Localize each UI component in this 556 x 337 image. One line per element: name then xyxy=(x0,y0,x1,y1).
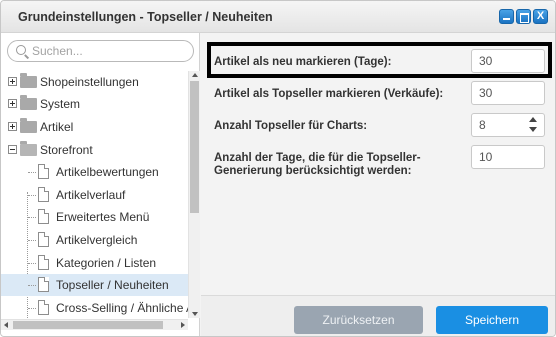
document-icon xyxy=(38,164,49,179)
scroll-right-icon[interactable] xyxy=(181,322,185,328)
expand-icon[interactable] xyxy=(8,77,17,86)
tree-vertical-scrollbar[interactable] xyxy=(188,71,200,318)
document-icon xyxy=(38,232,49,247)
window-title: Grundeinstellungen - Topseller / Neuheit… xyxy=(18,10,273,24)
tree-item-shopeinstellungen[interactable]: Shopeinstellungen xyxy=(1,71,188,93)
collapse-icon[interactable] xyxy=(8,145,17,154)
new-days-input[interactable] xyxy=(471,49,545,73)
expand-icon[interactable] xyxy=(8,122,17,131)
document-icon xyxy=(38,255,49,270)
field-label-topseller-sales: Artikel als Topseller markieren (Verkäuf… xyxy=(214,88,444,100)
save-button[interactable]: Speichern xyxy=(436,306,548,334)
number-stepper[interactable] xyxy=(524,114,544,136)
tree-connector xyxy=(28,240,36,241)
tree-item-kategorien-listen[interactable]: Kategorien / Listen xyxy=(1,252,188,274)
folder-icon xyxy=(20,73,37,88)
tree-item-label: Erweitertes Menü xyxy=(56,210,150,224)
reset-button[interactable]: Zurücksetzen xyxy=(294,306,423,334)
tree-item-label: Artikel xyxy=(40,120,74,134)
document-icon xyxy=(38,209,49,224)
topseller-sales-input[interactable] xyxy=(471,81,545,105)
field-label-generation-days-line1: Anzahl der Tage, die für die Topseller- xyxy=(214,152,421,164)
maximize-icon[interactable] xyxy=(516,9,531,24)
search-input[interactable] xyxy=(32,43,187,59)
tree-item-label: Artikelvergleich xyxy=(56,233,138,247)
folder-open-icon xyxy=(20,141,37,156)
settings-form: Artikel als neu markieren (Tage): Artike… xyxy=(201,33,555,336)
tree-item-system[interactable]: System xyxy=(1,93,188,115)
folder-icon xyxy=(20,95,37,110)
tree-item-label: Artikelbewertungen xyxy=(56,165,159,179)
generation-days-input[interactable] xyxy=(471,145,545,169)
tree-horizontal-scrollbar[interactable] xyxy=(1,319,188,330)
tree-item-artikelverlauf[interactable]: Artikelverlauf xyxy=(1,184,188,206)
window-controls: X xyxy=(499,9,548,24)
search-box xyxy=(7,40,194,62)
tree-item-label: System xyxy=(40,97,81,111)
navigation-panel: Shopeinstellungen System Artikel Storefr… xyxy=(1,33,200,336)
tree-item-label: Cross-Selling / Ähnliche Ar xyxy=(56,301,188,315)
tree-item-cross-selling[interactable]: Cross-Selling / Ähnliche Ar xyxy=(1,297,188,318)
document-icon xyxy=(38,187,49,202)
tree-item-artikelvergleich[interactable]: Artikelvergleich xyxy=(1,229,188,251)
tree-item-label: Kategorien / Listen xyxy=(56,256,157,270)
scroll-down-icon[interactable] xyxy=(192,312,198,316)
tree-item-erweitertes-menue[interactable]: Erweitertes Menü xyxy=(1,206,188,228)
tree-item-label: Shopeinstellungen xyxy=(40,75,139,89)
tree-item-label: Artikelverlauf xyxy=(56,188,126,202)
tree-item-artikelbewertungen[interactable]: Artikelbewertungen xyxy=(1,161,188,183)
tree-item-storefront[interactable]: Storefront xyxy=(1,139,188,161)
tree-connector xyxy=(28,172,36,173)
field-label-generation-days-line2: Generierung berücksichtigt werden: xyxy=(214,165,412,177)
field-label-new-days: Artikel als neu markieren (Tage): xyxy=(214,56,392,68)
scrollbar-thumb[interactable] xyxy=(190,81,199,213)
form-footer: Zurücksetzen Speichern xyxy=(201,295,555,336)
tree-item-label: Storefront xyxy=(40,143,93,157)
field-label-charts-count: Anzahl Topseller für Charts: xyxy=(214,120,368,132)
tree-connector xyxy=(28,308,36,309)
settings-tree: Shopeinstellungen System Artikel Storefr… xyxy=(1,71,188,318)
tree-connector xyxy=(28,195,36,196)
scroll-up-icon[interactable] xyxy=(192,73,198,77)
minimize-icon[interactable] xyxy=(499,9,514,24)
document-icon xyxy=(38,277,49,292)
document-icon xyxy=(38,300,49,315)
expand-icon[interactable] xyxy=(8,99,17,108)
tree-connector xyxy=(28,217,36,218)
folder-icon xyxy=(20,118,37,133)
tree-connector xyxy=(28,285,36,286)
title-bar[interactable]: Grundeinstellungen - Topseller / Neuheit… xyxy=(1,1,555,33)
tree-connector xyxy=(28,263,36,264)
tree-item-label: Topseller / Neuheiten xyxy=(56,278,169,292)
scroll-left-icon[interactable] xyxy=(4,322,8,328)
close-icon[interactable]: X xyxy=(533,9,548,24)
settings-window: Grundeinstellungen - Topseller / Neuheit… xyxy=(0,0,556,337)
tree-item-artikel[interactable]: Artikel xyxy=(1,116,188,138)
search-icon xyxy=(16,45,26,55)
decrement-icon[interactable] xyxy=(529,127,537,132)
increment-icon[interactable] xyxy=(529,117,537,122)
scrollbar-thumb[interactable] xyxy=(13,321,163,329)
tree-item-topseller-neuheiten[interactable]: Topseller / Neuheiten xyxy=(1,274,188,296)
